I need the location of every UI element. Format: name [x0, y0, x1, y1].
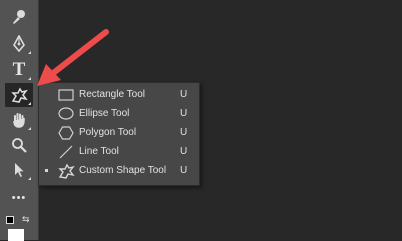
annotation-arrow — [37, 29, 109, 86]
arrow-shaft — [49, 29, 109, 77]
